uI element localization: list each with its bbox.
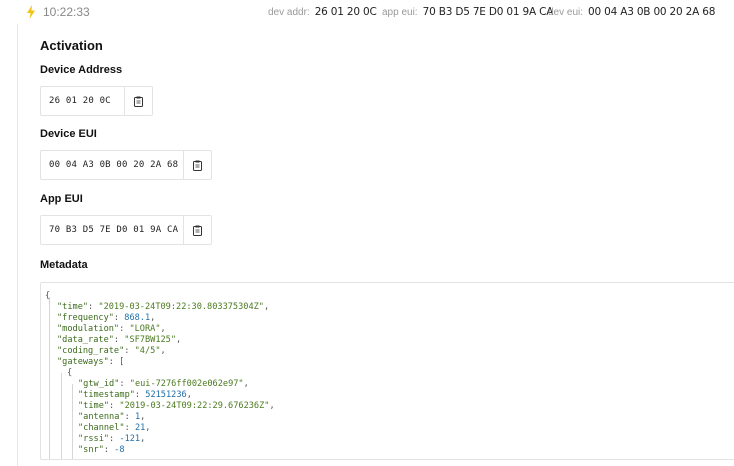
json-line: "coding_rate": "4/5", (57, 346, 166, 356)
event-detail-rule (17, 24, 18, 466)
json-indent-guide (61, 373, 62, 459)
metadata-label: Metadata (40, 259, 88, 271)
json-line: "time": "2019-03-24T09:22:29.676236Z", (78, 401, 275, 411)
header-dev-addr-label: dev addr: (268, 7, 310, 18)
clipboard-icon (193, 160, 202, 171)
json-line: { (45, 291, 51, 301)
json-line: "data_rate": "SF7BW125", (57, 335, 182, 345)
json-line: "timestamp": 52151236, (78, 390, 192, 400)
json-line: "time": "2019-03-24T09:22:30.803375304Z"… (57, 302, 270, 312)
header-app-eui-label: app eui: (382, 7, 418, 18)
device-eui-label: Device EUI (40, 128, 97, 140)
header-dev-eui-value: 00 04 A3 0B 00 20 2A 68 (588, 6, 716, 18)
header-app-eui-value: 70 B3 D5 7E D0 01 9A CA (422, 6, 554, 18)
clipboard-icon (134, 96, 143, 107)
header-app-eui: app eui: 70 B3 D5 7E D0 01 9A CA (382, 6, 553, 18)
copy-device-address-button[interactable] (124, 87, 152, 115)
json-line: { (67, 368, 73, 378)
app-eui-field: 70 B3 D5 7E D0 01 9A CA (40, 215, 212, 245)
header-dev-addr: dev addr: 26 01 20 0C (268, 6, 377, 18)
json-line: "frequency": 868.1, (57, 313, 156, 323)
json-line: "antenna": 1, (78, 412, 146, 422)
device-address-value[interactable]: 26 01 20 0C (41, 96, 124, 106)
metadata-json-viewer[interactable]: { "time": "2019-03-24T09:22:30.803375304… (40, 282, 734, 460)
header-dev-eui: dev eui: 00 04 A3 0B 00 20 2A 68 (548, 6, 715, 18)
json-line: "modulation": "LORA", (57, 324, 166, 334)
json-indent-guide (72, 384, 73, 459)
json-line: "gateways": [ (57, 357, 125, 367)
json-line: "rssi": -121, (78, 434, 146, 444)
header-dev-addr-value: 26 01 20 0C (314, 6, 377, 18)
device-address-field: 26 01 20 0C (40, 86, 153, 116)
copy-device-eui-button[interactable] (183, 151, 211, 179)
device-eui-field: 00 04 A3 0B 00 20 2A 68 (40, 150, 212, 180)
app-eui-label: App EUI (40, 193, 83, 205)
json-line: "channel": 21, (78, 423, 151, 433)
event-time: 10:22:33 (43, 5, 90, 19)
copy-app-eui-button[interactable] (183, 216, 211, 244)
json-line: "snr": -8 (78, 445, 125, 455)
event-header: 10:22:33 dev addr: 26 01 20 0C app eui: 70… (0, 0, 734, 24)
app-eui-value[interactable]: 70 B3 D5 7E D0 01 9A CA (41, 225, 183, 235)
device-address-label: Device Address (40, 64, 123, 76)
clipboard-icon (193, 225, 202, 236)
activation-title: Activation (40, 38, 103, 53)
json-indent-guide (49, 297, 50, 459)
lightning-bolt-icon (27, 5, 35, 19)
header-dev-eui-label: dev eui: (548, 7, 584, 18)
device-eui-value[interactable]: 00 04 A3 0B 00 20 2A 68 (41, 160, 183, 170)
json-line: "gtw_id": "eui-7276ff002e062e97", (78, 379, 249, 389)
